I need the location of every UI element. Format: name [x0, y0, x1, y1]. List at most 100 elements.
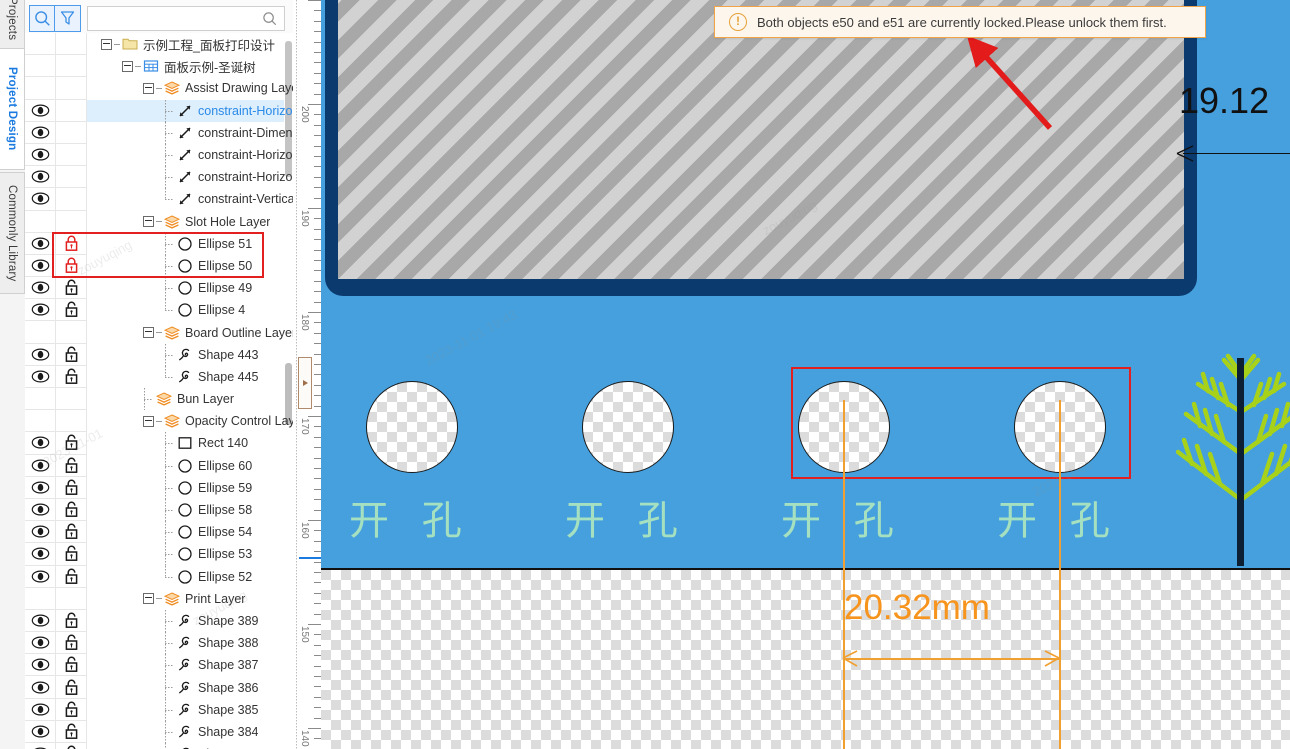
- lock-toggle-unlocked[interactable]: [56, 521, 87, 544]
- tree-row[interactable]: Shape 389: [25, 609, 293, 633]
- eye-icon[interactable]: [31, 658, 50, 671]
- visibility-toggle[interactable]: [25, 188, 56, 211]
- tree-collapse-toggle[interactable]: [122, 60, 133, 72]
- search-toggle-button[interactable]: [29, 4, 55, 32]
- panel-board[interactable]: 开 孔 开 孔 开 孔 开 孔: [321, 0, 1290, 570]
- tree-row-content[interactable]: Board Outline Layer: [87, 321, 293, 343]
- visibility-toggle[interactable]: [25, 498, 56, 522]
- tree-row[interactable]: Bun Layer: [25, 388, 293, 411]
- tree-row-content[interactable]: Ellipse 54: [87, 521, 293, 544]
- lock-toggle-unlocked[interactable]: [56, 432, 87, 455]
- lock-toggle-unlocked[interactable]: [56, 654, 87, 677]
- lock-toggle-unlocked[interactable]: [56, 720, 87, 743]
- tree-row-content[interactable]: Shape 386: [87, 676, 293, 699]
- tree-row[interactable]: Ellipse 51: [25, 232, 293, 255]
- lock-open-icon[interactable]: [64, 346, 79, 363]
- tree-row[interactable]: Ellipse 60: [25, 454, 293, 477]
- lock-toggle-locked[interactable]: [56, 254, 87, 278]
- eye-icon[interactable]: [31, 281, 50, 294]
- tree-row-content[interactable]: Shape 387: [87, 654, 293, 677]
- tree-row-content[interactable]: Ellipse 52: [87, 565, 293, 588]
- tree-row-content[interactable]: constraint-Horizontal D: [87, 166, 293, 189]
- tree-row[interactable]: Ellipse 53: [25, 543, 293, 566]
- lock-toggle-unlocked[interactable]: [56, 476, 87, 499]
- lock-toggle-unlocked[interactable]: [56, 565, 87, 588]
- visibility-toggle[interactable]: [25, 654, 56, 677]
- tree-row[interactable]: constraint-Horizontal D: [25, 166, 293, 189]
- tree-row[interactable]: Ellipse 54: [25, 521, 293, 544]
- lock-open-icon[interactable]: [64, 745, 79, 749]
- visibility-toggle[interactable]: [25, 565, 56, 588]
- lock-toggle-unlocked[interactable]: [56, 543, 87, 566]
- lock-toggle-unlocked[interactable]: [56, 743, 87, 749]
- lock-toggle-unlocked[interactable]: [56, 632, 87, 655]
- selection-rectangle[interactable]: [791, 367, 1131, 479]
- visibility-toggle[interactable]: [25, 476, 56, 499]
- lock-toggle-unlocked[interactable]: [56, 454, 87, 477]
- visibility-toggle[interactable]: [25, 121, 56, 144]
- tree-row[interactable]: constraint-Dimension 4: [25, 121, 293, 144]
- tree-row-content[interactable]: 示例工程_面板打印设计: [87, 33, 293, 55]
- tree-row-content[interactable]: Shape 443: [87, 343, 293, 366]
- eye-icon[interactable]: [31, 636, 50, 649]
- tree-row-content[interactable]: Ellipse 49: [87, 277, 293, 300]
- eye-icon[interactable]: [31, 570, 50, 583]
- lock-toggle-unlocked[interactable]: [56, 698, 87, 721]
- tree-row[interactable]: Shape 386: [25, 676, 293, 699]
- lock-open-icon[interactable]: [64, 723, 79, 740]
- visibility-toggle[interactable]: [25, 632, 56, 655]
- tree-row[interactable]: 面板示例-圣诞树: [25, 55, 293, 78]
- rail-tab-project-design[interactable]: Project Design: [0, 48, 25, 170]
- tree-row[interactable]: Ellipse 4: [25, 299, 293, 322]
- tree-row-content[interactable]: Ellipse 58: [87, 498, 293, 522]
- tree-row[interactable]: 示例工程_面板打印设计: [25, 33, 293, 56]
- tree-row[interactable]: Shape 445: [25, 365, 293, 388]
- tree-row[interactable]: constraint-Horizontal D: [25, 99, 293, 122]
- tree-row[interactable]: Board Outline Layer: [25, 321, 293, 344]
- visibility-toggle[interactable]: [25, 365, 56, 388]
- eye-icon[interactable]: [31, 614, 50, 627]
- lock-open-icon[interactable]: [64, 568, 79, 585]
- eye-icon[interactable]: [31, 681, 50, 694]
- tree-row[interactable]: Shape 387: [25, 654, 293, 677]
- tree-row[interactable]: Print Layer: [25, 587, 293, 610]
- visibility-toggle[interactable]: [25, 143, 56, 167]
- tree-row-content[interactable]: Bun Layer: [87, 388, 293, 411]
- tree-row[interactable]: Ellipse 52: [25, 565, 293, 588]
- eye-icon[interactable]: [31, 525, 50, 538]
- search-input[interactable]: [88, 6, 284, 30]
- lock-open-icon[interactable]: [64, 612, 79, 629]
- search-box[interactable]: [87, 5, 285, 31]
- lock-open-icon[interactable]: [64, 545, 79, 562]
- lock-open-icon[interactable]: [64, 634, 79, 651]
- lock-toggle-unlocked[interactable]: [56, 343, 87, 366]
- visibility-toggle[interactable]: [25, 743, 56, 749]
- tree-row[interactable]: Opacity Control Layer: [25, 410, 293, 433]
- lock-open-icon[interactable]: [64, 523, 79, 540]
- visibility-toggle[interactable]: [25, 232, 56, 255]
- tree-row-content[interactable]: Ellipse 53: [87, 543, 293, 566]
- eye-icon[interactable]: [31, 459, 50, 472]
- eye-icon[interactable]: [31, 436, 50, 449]
- eye-icon[interactable]: [31, 703, 50, 716]
- eye-icon[interactable]: [31, 192, 50, 205]
- tree-row-content[interactable]: Ellipse 59: [87, 476, 293, 499]
- tree-row[interactable]: constraint-Horizontal D: [25, 143, 293, 167]
- tree-row-content[interactable]: constraint-Horizontal D: [87, 99, 293, 122]
- lock-toggle-unlocked[interactable]: [56, 299, 87, 322]
- lock-toggle-locked[interactable]: [56, 232, 87, 255]
- visibility-toggle[interactable]: [25, 299, 56, 322]
- eye-icon[interactable]: [31, 503, 50, 516]
- eye-icon[interactable]: [31, 303, 50, 316]
- tree-row[interactable]: Rect 140: [25, 432, 293, 455]
- tree-row-content[interactable]: Ellipse 4: [87, 299, 293, 321]
- tree-row-content[interactable]: Shape 445: [87, 365, 293, 388]
- tree-row-content[interactable]: Opacity Control Layer: [87, 410, 293, 432]
- tree-row[interactable]: Slot Hole Layer: [25, 210, 293, 233]
- tree-row[interactable]: Shape 388: [25, 632, 293, 655]
- tree-row-content[interactable]: Shape 385: [87, 698, 293, 721]
- tree-collapse-toggle[interactable]: [143, 593, 154, 605]
- visibility-toggle[interactable]: [25, 720, 56, 743]
- visibility-toggle[interactable]: [25, 698, 56, 721]
- lock-toggle-unlocked[interactable]: [56, 498, 87, 522]
